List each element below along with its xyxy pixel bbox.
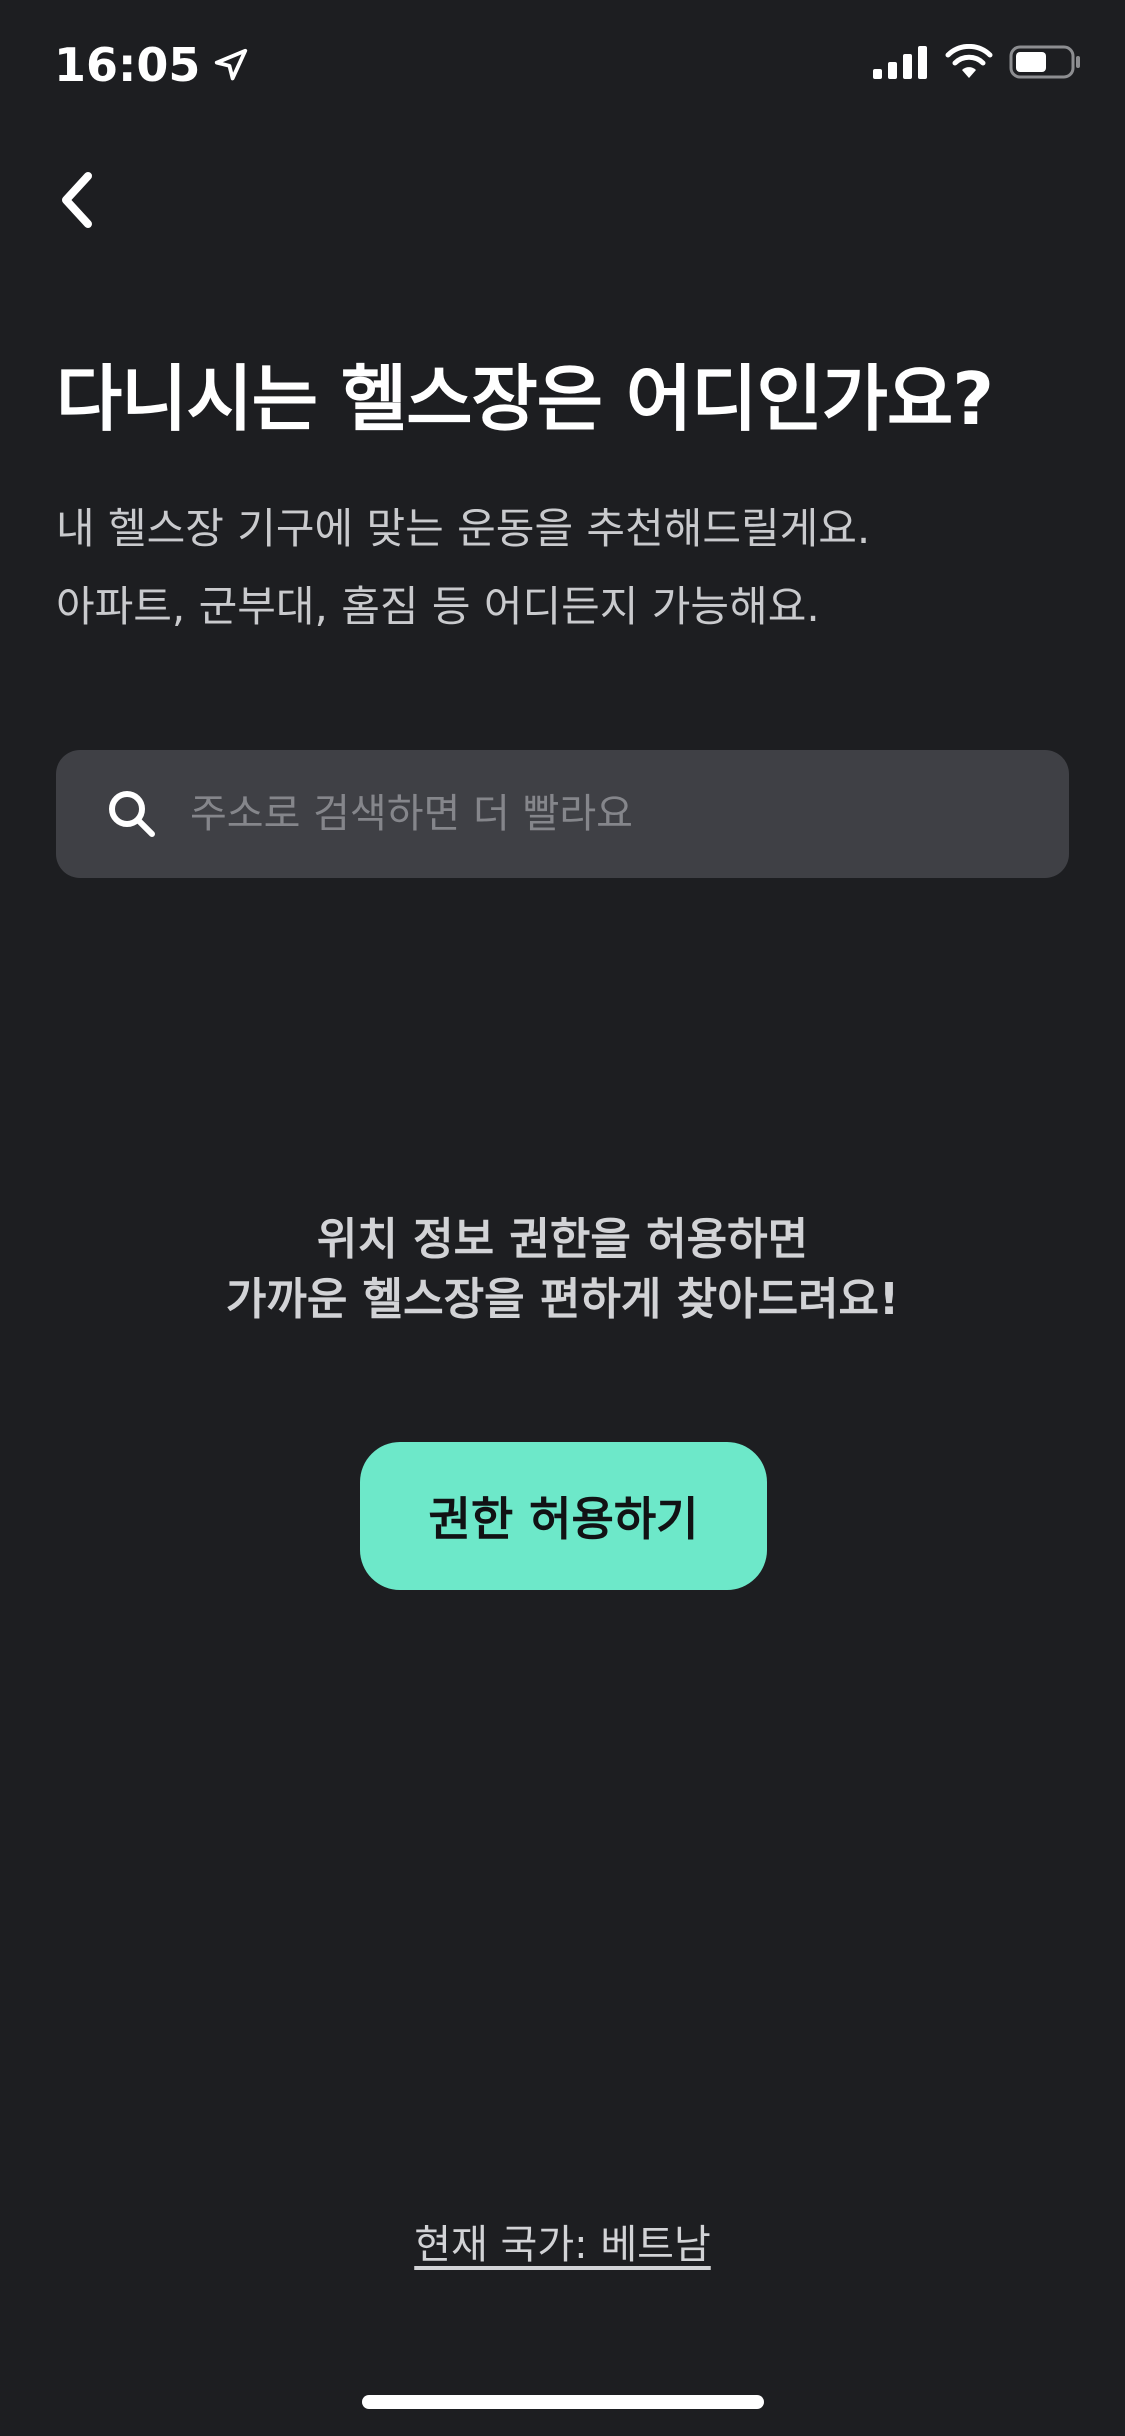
- country-info: 현재 국가: 베트남: [0, 2212, 1125, 2270]
- page-subtitle: 내 헬스장 기구에 맞는 운동을 추천해드릴게요. 아파트, 군부대, 홈짐 등…: [56, 490, 870, 646]
- status-indicators: [873, 44, 1083, 80]
- current-country-link[interactable]: 현재 국가: 베트남: [414, 2222, 711, 2268]
- subtitle-line-1: 내 헬스장 기구에 맞는 운동을 추천해드릴게요.: [56, 504, 871, 553]
- subtitle-line-2: 아파트, 군부대, 홈짐 등 어디든지 가능해요.: [56, 582, 820, 631]
- permission-message: 위치 정보 권한을 허용하면 가까운 헬스장을 편하게 찾아드려요!: [0, 1210, 1125, 1330]
- page-title: 다니시는 헬스장은 어디인가요?: [56, 357, 994, 441]
- permission-message-line-2: 가까운 헬스장을 편하게 찾아드려요!: [225, 1274, 900, 1325]
- status-time: 16:05: [54, 38, 201, 92]
- home-indicator: [362, 2395, 764, 2409]
- chevron-left-icon: [62, 172, 92, 228]
- back-button[interactable]: [54, 160, 134, 240]
- search-input[interactable]: [188, 773, 1012, 855]
- permission-message-line-1: 위치 정보 권한을 허용하면: [316, 1214, 809, 1265]
- allow-permission-button[interactable]: 권한 허용하기: [360, 1442, 767, 1590]
- wifi-icon: [945, 44, 993, 78]
- status-bar: 16:05: [0, 0, 1125, 132]
- search-box[interactable]: [56, 750, 1069, 878]
- search-icon: [104, 786, 160, 842]
- status-time-container: 16:05: [54, 38, 250, 92]
- location-arrow-icon: [215, 48, 248, 81]
- battery-icon: [1009, 45, 1080, 79]
- signal-icon: [873, 46, 927, 79]
